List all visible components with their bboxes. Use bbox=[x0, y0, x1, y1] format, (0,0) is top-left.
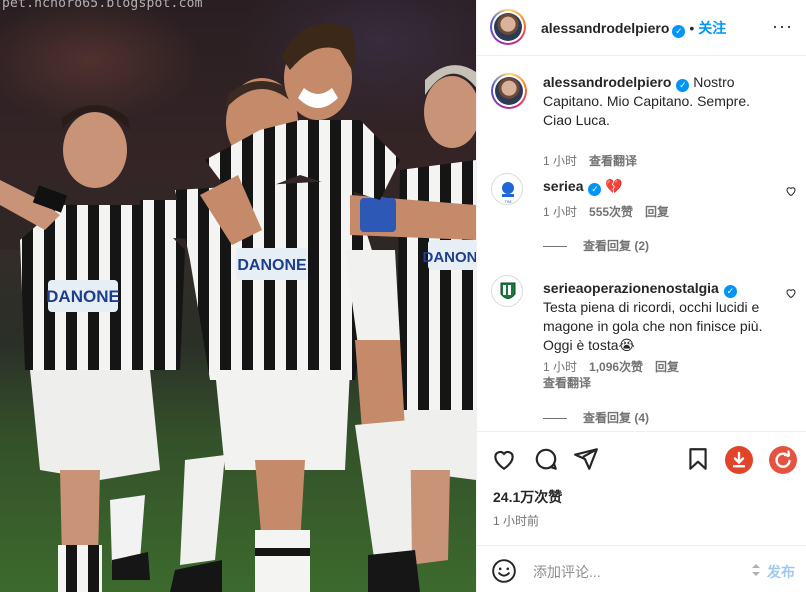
post-sidebar: alessandrodelpiero ✓ • 关注 ··· alessandrodel… bbox=[476, 0, 806, 592]
follow-button[interactable]: 关注 bbox=[698, 20, 726, 36]
emoji-icon[interactable] bbox=[491, 558, 517, 584]
post-comment-button[interactable]: 发布 bbox=[767, 562, 795, 582]
verified-badge-icon: ✓ bbox=[676, 79, 690, 92]
comment-translate-row: 查看翻译 bbox=[543, 374, 603, 391]
comment-row: TIM seriea ✓ 💔 1 小时 555次赞 回复 查看回复 (2) bbox=[491, 173, 801, 263]
like-comment-heart-icon[interactable] bbox=[785, 287, 797, 299]
comment-row: serieaoperazionenostalgia ✓ Testa piena d… bbox=[491, 275, 801, 425]
comment-meta: 1 小时 1,096次赞 回复 bbox=[543, 358, 691, 375]
comment-input[interactable]: 添加评论... bbox=[533, 562, 601, 582]
drag-handle-icon bbox=[752, 564, 760, 576]
comments-list: alessandrodelpiero ✓ Nostro Capitano. Mio… bbox=[477, 57, 806, 430]
caption-translate-link[interactable]: 查看翻译 bbox=[589, 154, 637, 168]
view-replies-label: 查看回复 (2) bbox=[583, 239, 650, 253]
action-bar bbox=[477, 431, 806, 489]
verified-badge-icon: ✓ bbox=[672, 25, 686, 38]
post-photo[interactable]: pet.ncnoro65.blogspot.com DANONE bbox=[0, 0, 476, 592]
header-user-line: alessandrodelpiero ✓ • 关注 bbox=[541, 18, 726, 38]
comment-text-block: serieaoperazionenostalgia ✓ Testa piena d… bbox=[543, 279, 775, 355]
seriea-logo-icon: TIM bbox=[502, 182, 514, 204]
comment-text-block: seriea ✓ 💔 bbox=[543, 177, 775, 196]
caption-text-block: alessandrodelpiero ✓ Nostro Capitano. Mio… bbox=[543, 73, 775, 130]
divider-line bbox=[543, 246, 567, 248]
seriea-avatar[interactable]: TIM bbox=[491, 173, 523, 205]
comment-time: 1 小时 bbox=[543, 360, 578, 374]
svg-text:TIM: TIM bbox=[505, 199, 512, 204]
comment-username[interactable]: seriea bbox=[543, 178, 583, 194]
verified-badge-icon: ✓ bbox=[723, 285, 737, 298]
reply-button[interactable]: 回复 bbox=[645, 205, 669, 219]
verified-badge-icon: ✓ bbox=[588, 183, 602, 196]
share-paper-plane-icon[interactable] bbox=[573, 446, 599, 472]
comment-text: 💔 bbox=[605, 178, 623, 194]
like-heart-icon[interactable] bbox=[491, 446, 517, 472]
like-comment-heart-icon[interactable] bbox=[785, 185, 797, 197]
comment-composer: 添加评论... 发布 bbox=[477, 545, 806, 592]
caption-avatar[interactable] bbox=[491, 73, 527, 109]
comment-likes[interactable]: 555次赞 bbox=[589, 205, 633, 219]
author-avatar[interactable] bbox=[490, 9, 526, 45]
comment-time: 1 小时 bbox=[543, 205, 578, 219]
view-replies-button[interactable]: 查看回复 (4) bbox=[543, 409, 649, 426]
sponsor-center: DANONE bbox=[237, 257, 307, 274]
nostalgia-avatar[interactable] bbox=[491, 275, 523, 307]
save-bookmark-icon[interactable] bbox=[685, 446, 711, 472]
more-options-icon[interactable]: ··· bbox=[772, 16, 793, 37]
comment-bubble-icon[interactable] bbox=[533, 446, 559, 472]
view-replies-button[interactable]: 查看回复 (2) bbox=[543, 237, 649, 254]
like-count[interactable]: 24.1万次赞 bbox=[493, 487, 562, 507]
comment-meta: 1 小时 555次赞 回复 bbox=[543, 203, 681, 220]
comment-likes[interactable]: 1,096次赞 bbox=[589, 360, 643, 374]
post-header: alessandrodelpiero ✓ • 关注 ··· bbox=[477, 0, 806, 56]
comment-translate-link[interactable]: 查看翻译 bbox=[543, 376, 591, 390]
separator-dot: • bbox=[689, 20, 695, 36]
comment-text: Testa piena di ricordi, occhi lucidi e m… bbox=[543, 299, 763, 353]
caption-username[interactable]: alessandrodelpiero bbox=[543, 74, 671, 90]
author-username[interactable]: alessandrodelpiero bbox=[541, 20, 669, 36]
view-replies-label: 查看回复 (4) bbox=[583, 411, 650, 425]
refresh-icon[interactable] bbox=[769, 446, 797, 474]
comment-username[interactable]: serieaoperazionenostalgia bbox=[543, 280, 719, 296]
caption-meta: 1 小时 查看翻译 bbox=[543, 152, 649, 169]
nostalgia-logo-icon bbox=[500, 282, 516, 299]
sponsor-left: DANONE bbox=[46, 287, 120, 306]
sponsor-right: DANONE bbox=[422, 249, 476, 266]
reply-button[interactable]: 回复 bbox=[655, 360, 679, 374]
players-illustration: DANONE DANONE DANONE bbox=[0, 0, 476, 592]
caption-row: alessandrodelpiero ✓ Nostro Capitano. Mio… bbox=[491, 73, 801, 168]
post-time: 1 小时前 bbox=[493, 514, 540, 528]
divider-line bbox=[543, 418, 567, 420]
caption-time: 1 小时 bbox=[543, 154, 578, 168]
download-icon[interactable] bbox=[725, 446, 753, 474]
